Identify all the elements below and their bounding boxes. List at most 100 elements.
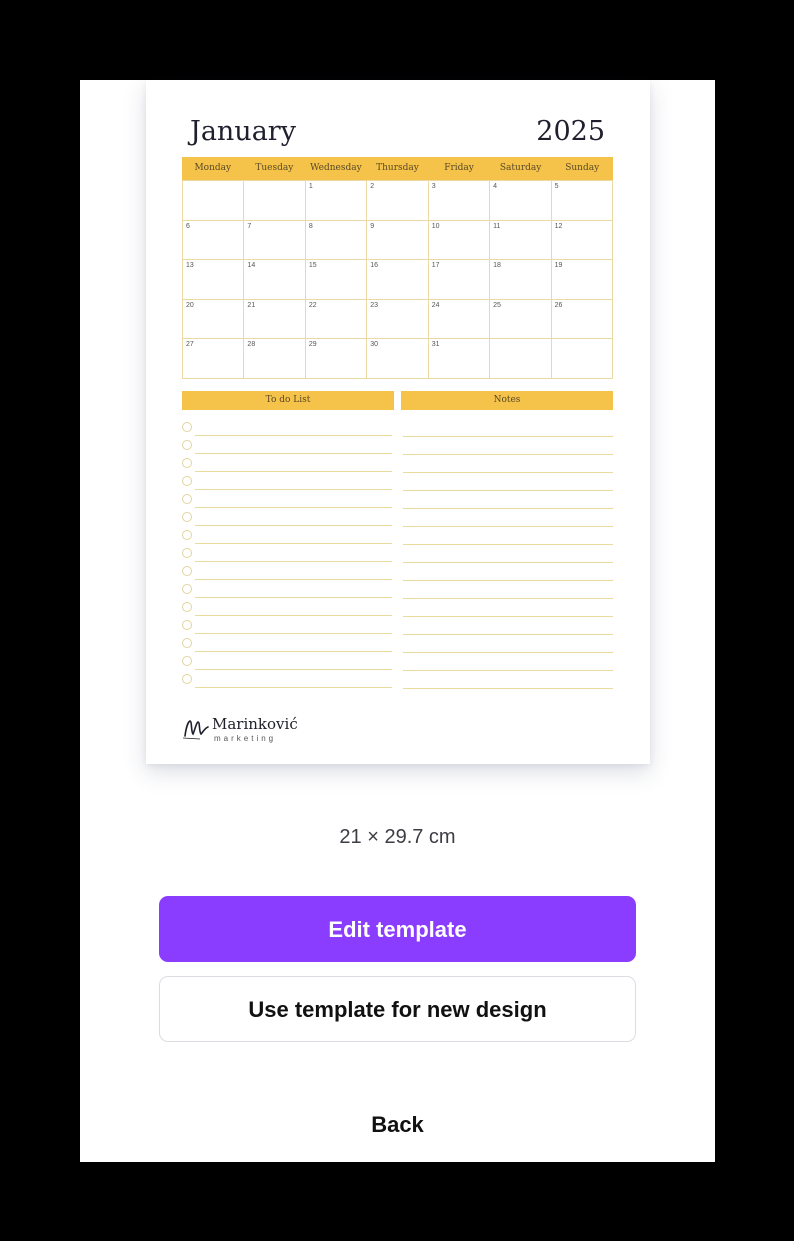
checkbox-circle-icon (182, 656, 192, 666)
todo-line (195, 489, 392, 490)
checkbox-circle-icon (182, 638, 192, 648)
day-cell: 27 (183, 339, 245, 379)
todo-row (182, 527, 394, 545)
day-cell (183, 181, 245, 221)
todo-line (195, 615, 392, 616)
day-cell: 1 (305, 181, 368, 221)
year-title: 2025 (536, 116, 605, 147)
todo-list-header: To do List (182, 391, 394, 410)
day-cell: 17 (428, 260, 491, 300)
todo-row (182, 419, 394, 437)
todo-line (195, 507, 392, 508)
todo-row (182, 491, 394, 509)
note-line (403, 581, 613, 599)
todo-line (195, 543, 392, 544)
weekday-label: Thursday (376, 163, 419, 173)
weekday-label: Tuesday (255, 163, 294, 173)
note-line (403, 653, 613, 671)
day-cell: 26 (551, 299, 613, 339)
todo-row (182, 653, 394, 671)
weekday-label: Friday (444, 163, 474, 173)
day-cell: 8 (305, 220, 368, 260)
edit-template-button[interactable]: Edit template (159, 896, 636, 962)
day-cell: 12 (551, 220, 613, 260)
weekday-label: Sunday (565, 163, 600, 173)
notes-header: Notes (401, 391, 613, 410)
note-line (403, 617, 613, 635)
note-line (403, 455, 613, 473)
checkbox-circle-icon (182, 512, 192, 522)
logo-signature-icon (182, 720, 209, 740)
todo-line (195, 561, 392, 562)
day-cell: 16 (367, 260, 429, 300)
use-template-button[interactable]: Use template for new design (159, 976, 636, 1042)
day-cell: 15 (305, 260, 368, 300)
day-cell (551, 339, 613, 379)
todo-line (195, 453, 392, 454)
todo-row (182, 455, 394, 473)
day-cell: 31 (428, 339, 491, 379)
day-cell: 7 (244, 220, 306, 260)
todo-line (195, 435, 392, 436)
todo-line (195, 471, 392, 472)
checkbox-circle-icon (182, 566, 192, 576)
note-line (403, 563, 613, 581)
todo-row (182, 599, 394, 617)
note-line (403, 419, 613, 437)
todo-line (195, 525, 392, 526)
day-cell: 30 (367, 339, 429, 379)
day-cell (244, 181, 306, 221)
day-cell: 2 (367, 181, 429, 221)
template-panel: January 2025 Monday Tuesday Wednesday Thurs… (80, 80, 715, 1162)
checkbox-circle-icon (182, 494, 192, 504)
todo-line (195, 579, 392, 580)
weekday-label: Wednesday (310, 163, 362, 173)
day-cell: 4 (490, 181, 552, 221)
calendar-grid: Monday Tuesday Wednesday Thursday Friday Satu… (182, 157, 613, 379)
checkbox-circle-icon (182, 584, 192, 594)
day-cell: 28 (244, 339, 306, 379)
note-line (403, 491, 613, 509)
day-cell: 24 (428, 299, 491, 339)
checkbox-circle-icon (182, 620, 192, 630)
todo-line (195, 597, 392, 598)
day-cell: 23 (367, 299, 429, 339)
day-cell: 25 (490, 299, 552, 339)
todo-row (182, 473, 394, 491)
todo-line (195, 687, 392, 688)
day-cell (490, 339, 552, 379)
logo-name: Marinković (212, 715, 298, 733)
todo-line (195, 669, 392, 670)
weekday-header: Monday Tuesday Wednesday Thursday Friday Satu… (182, 157, 613, 180)
todo-row (182, 509, 394, 527)
day-cell: 9 (367, 220, 429, 260)
note-line (403, 527, 613, 545)
todo-line (195, 633, 392, 634)
note-line (403, 599, 613, 617)
dimensions-label: 21 × 29.7 cm (339, 826, 456, 848)
checkbox-circle-icon (182, 548, 192, 558)
weekday-label: Monday (194, 163, 232, 173)
todo-row (182, 437, 394, 455)
day-cell: 22 (305, 299, 368, 339)
checkbox-circle-icon (182, 458, 192, 468)
month-title: January (190, 116, 296, 147)
note-line (403, 473, 613, 491)
day-cell: 6 (183, 220, 245, 260)
checkbox-circle-icon (182, 674, 192, 684)
notes-lines (403, 419, 613, 689)
template-preview[interactable]: January 2025 Monday Tuesday Wednesday Thurs… (146, 80, 650, 764)
weekday-label: Saturday (499, 163, 542, 173)
day-cells: 1 2 3 4 5 6 7 8 9 10 11 12 13 14 15 16 17 18 19 20 21 22 23 24 2… (182, 180, 613, 379)
back-button[interactable]: Back (80, 1112, 715, 1138)
todo-row (182, 545, 394, 563)
checkbox-circle-icon (182, 476, 192, 486)
day-cell: 11 (490, 220, 552, 260)
day-cell: 21 (244, 299, 306, 339)
checkbox-circle-icon (182, 440, 192, 450)
todo-row (182, 671, 394, 689)
todo-line (195, 651, 392, 652)
todo-row (182, 581, 394, 599)
day-cell: 5 (551, 181, 613, 221)
day-cell: 14 (244, 260, 306, 300)
